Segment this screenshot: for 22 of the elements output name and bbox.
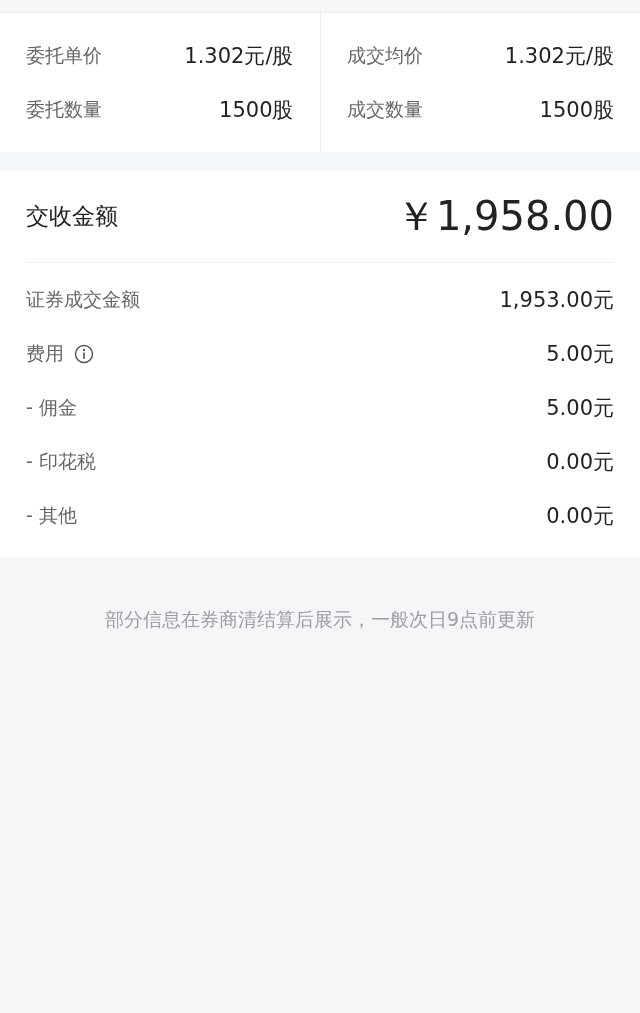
fee-value: 0.00元 xyxy=(546,449,614,476)
fee-value: 0.00元 xyxy=(546,503,614,530)
info-icon[interactable] xyxy=(74,344,94,364)
fee-value: 5.00元 xyxy=(546,341,614,368)
field-value: 1500股 xyxy=(219,97,294,124)
fee-label: 证券成交金额 xyxy=(26,287,140,312)
fee-label: - 印花税 xyxy=(26,449,96,474)
settlement-label: 交收金额 xyxy=(26,201,118,231)
fee-label: - 其他 xyxy=(26,503,77,528)
fee-value: 1,953.00元 xyxy=(499,287,614,314)
field-value: 1.302元/股 xyxy=(504,43,614,70)
field-label: 成交均价 xyxy=(346,43,423,68)
field-value: 1.302元/股 xyxy=(184,43,294,70)
fee-value: 5.00元 xyxy=(546,395,614,422)
field-label: 委托数量 xyxy=(26,97,102,122)
field-label: 委托单价 xyxy=(26,43,102,68)
fee-label: - 佣金 xyxy=(26,395,77,420)
footnote: 部分信息在券商清结算后展示，一般次日9点前更新 xyxy=(103,607,537,632)
fee-label: 费用 xyxy=(26,341,64,366)
field-label: 成交数量 xyxy=(346,97,423,122)
settlement-amount: ￥1,958.00 xyxy=(395,191,614,241)
field-value: 1500股 xyxy=(539,97,614,124)
